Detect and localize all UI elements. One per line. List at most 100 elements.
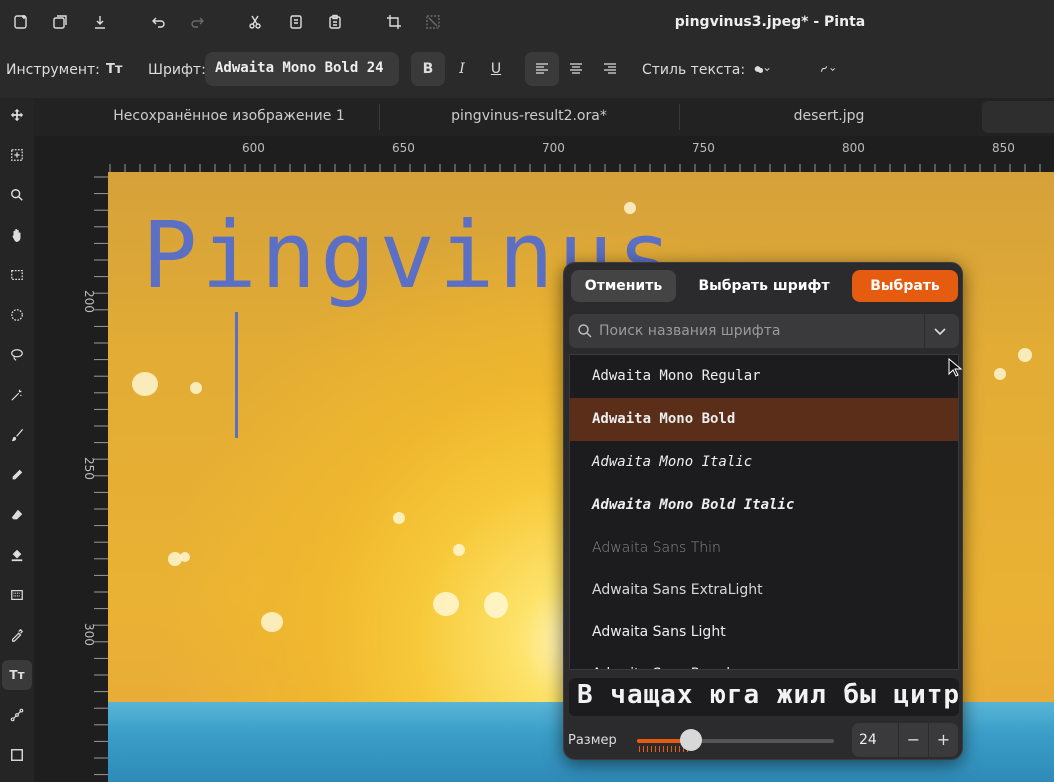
zoom-icon	[11, 189, 23, 201]
zoom-tool[interactable]	[2, 180, 32, 210]
ruler-label: 250	[82, 457, 96, 480]
header-bar: pingvinus3.jpeg* - Pinta	[0, 0, 1054, 46]
dialog-title: Выбрать шрифт	[698, 278, 830, 294]
cancel-button[interactable]: Отменить	[571, 270, 676, 302]
lasso-icon	[11, 349, 23, 361]
font-item[interactable]: Adwaita Sans Thin	[570, 527, 958, 570]
ruler-label: 750	[692, 141, 715, 155]
size-label: Размер	[568, 733, 617, 748]
undo-icon[interactable]	[148, 11, 170, 33]
antialiasing-dropdown[interactable]	[806, 52, 850, 86]
deselect-icon[interactable]	[422, 11, 444, 33]
bubble	[433, 592, 459, 616]
tab-separator	[379, 104, 380, 130]
bubble	[1018, 348, 1032, 362]
align-right-icon	[604, 63, 616, 74]
color-picker-tool[interactable]	[2, 620, 32, 650]
font-button[interactable]: Adwaita Mono Bold 24	[205, 52, 399, 86]
font-preview[interactable]: В чащах юга жил бы цитрус	[569, 678, 959, 716]
move-selection-tool[interactable]	[2, 140, 32, 170]
font-item[interactable]: Adwaita Sans Regular	[570, 653, 958, 669]
ruler-label: 650	[392, 141, 415, 155]
window-title: pingvinus3.jpeg* - Pinta	[674, 14, 866, 30]
text-style-dropdown[interactable]	[742, 52, 782, 86]
paste-icon[interactable]	[324, 11, 346, 33]
rectangle-tool[interactable]	[2, 740, 32, 770]
italic-button[interactable]: I	[445, 52, 479, 86]
ruler-label: 700	[542, 141, 565, 155]
ellipse-select-tool[interactable]	[2, 300, 32, 330]
paintbrush-tool[interactable]	[2, 420, 32, 450]
align-center-button[interactable]	[559, 52, 593, 86]
lasso-select-tool[interactable]	[2, 340, 32, 370]
bold-button[interactable]: B	[411, 52, 445, 86]
copy-icon[interactable]	[285, 11, 307, 33]
new-image-icon[interactable]	[10, 11, 32, 33]
align-left-icon	[536, 63, 548, 74]
gradient-tool[interactable]	[2, 580, 32, 610]
bubble	[190, 382, 202, 394]
ellipse-select-icon	[11, 309, 23, 321]
crop-icon[interactable]	[383, 11, 405, 33]
bubble	[484, 592, 508, 618]
font-item[interactable]: Adwaita Mono Bold Italic	[570, 484, 958, 527]
size-increase-button[interactable]: +	[928, 723, 958, 757]
pencil-tool[interactable]	[2, 460, 32, 490]
text-tool-icon: Tт	[106, 62, 123, 77]
font-item-selected[interactable]: Adwaita Mono Bold	[570, 398, 958, 441]
align-left-button[interactable]	[525, 52, 559, 86]
font-item[interactable]: Adwaita Mono Italic	[570, 441, 958, 484]
open-image-icon[interactable]	[49, 11, 71, 33]
search-separator	[924, 314, 925, 348]
vertical-ruler: 200 250 300	[76, 172, 108, 782]
tool-rail: Tт	[0, 98, 34, 782]
tab-unsaved-image[interactable]: Несохранённое изображение 1	[94, 108, 364, 124]
rectangle-select-tool[interactable]	[2, 260, 32, 290]
rectangle-select-icon	[11, 270, 23, 280]
size-slider[interactable]	[637, 739, 834, 743]
size-value[interactable]: 24	[859, 732, 877, 748]
text-tool-glyph: Tт	[9, 668, 25, 682]
move-selection-icon	[11, 149, 23, 161]
search-icon	[578, 324, 592, 338]
move-selected-tool[interactable]	[2, 100, 32, 130]
underline-button[interactable]: U	[479, 52, 513, 86]
paint-bucket-icon	[11, 549, 23, 562]
mouse-pointer-icon	[948, 358, 962, 377]
tab-desert[interactable]: desert.jpg	[694, 108, 964, 124]
move-icon	[10, 108, 24, 122]
size-decrease-button[interactable]: −	[898, 723, 928, 757]
line-curve-tool[interactable]	[2, 700, 32, 730]
tab-pingvinus-result2[interactable]: pingvinus-result2.ora*	[394, 108, 664, 124]
eraser-tool[interactable]	[2, 500, 32, 530]
bubble	[994, 368, 1006, 380]
antialiasing-icon	[820, 66, 835, 72]
magic-wand-tool[interactable]	[2, 380, 32, 410]
size-slider-thumb[interactable]	[680, 729, 702, 751]
font-item[interactable]: Adwaita Sans ExtraLight	[570, 569, 958, 612]
size-spinbutton: 24 − +	[852, 723, 958, 757]
save-icon[interactable]	[89, 11, 111, 33]
align-center-icon	[570, 63, 582, 74]
cut-icon[interactable]	[244, 11, 266, 33]
rectangle-icon	[11, 749, 23, 761]
select-button[interactable]: Выбрать	[852, 270, 958, 302]
font-item[interactable]: Adwaita Mono Regular	[570, 355, 958, 398]
hand-icon	[12, 228, 21, 242]
font-chooser-dialog: Отменить Выбрать шрифт Выбрать Adwaita M…	[563, 262, 963, 760]
chevron-down-icon[interactable]	[932, 323, 948, 339]
tool-label: Инструмент:	[6, 62, 100, 78]
horizontal-ruler: 600 650 700 750 800 850	[108, 136, 1054, 172]
font-search-input[interactable]	[599, 314, 919, 348]
tab-active-placeholder[interactable]	[982, 101, 1054, 133]
font-list[interactable]: Adwaita Mono Regular Adwaita Mono Bold A…	[569, 354, 959, 670]
line-curve-icon	[10, 708, 24, 722]
bubble	[261, 612, 283, 632]
redo-icon[interactable]	[186, 11, 208, 33]
font-item[interactable]: Adwaita Sans Light	[570, 611, 958, 654]
pencil-icon	[12, 469, 23, 480]
text-tool[interactable]: Tт	[2, 660, 32, 690]
pan-tool[interactable]	[2, 220, 32, 250]
paint-bucket-tool[interactable]	[2, 540, 32, 570]
align-right-button[interactable]	[593, 52, 627, 86]
